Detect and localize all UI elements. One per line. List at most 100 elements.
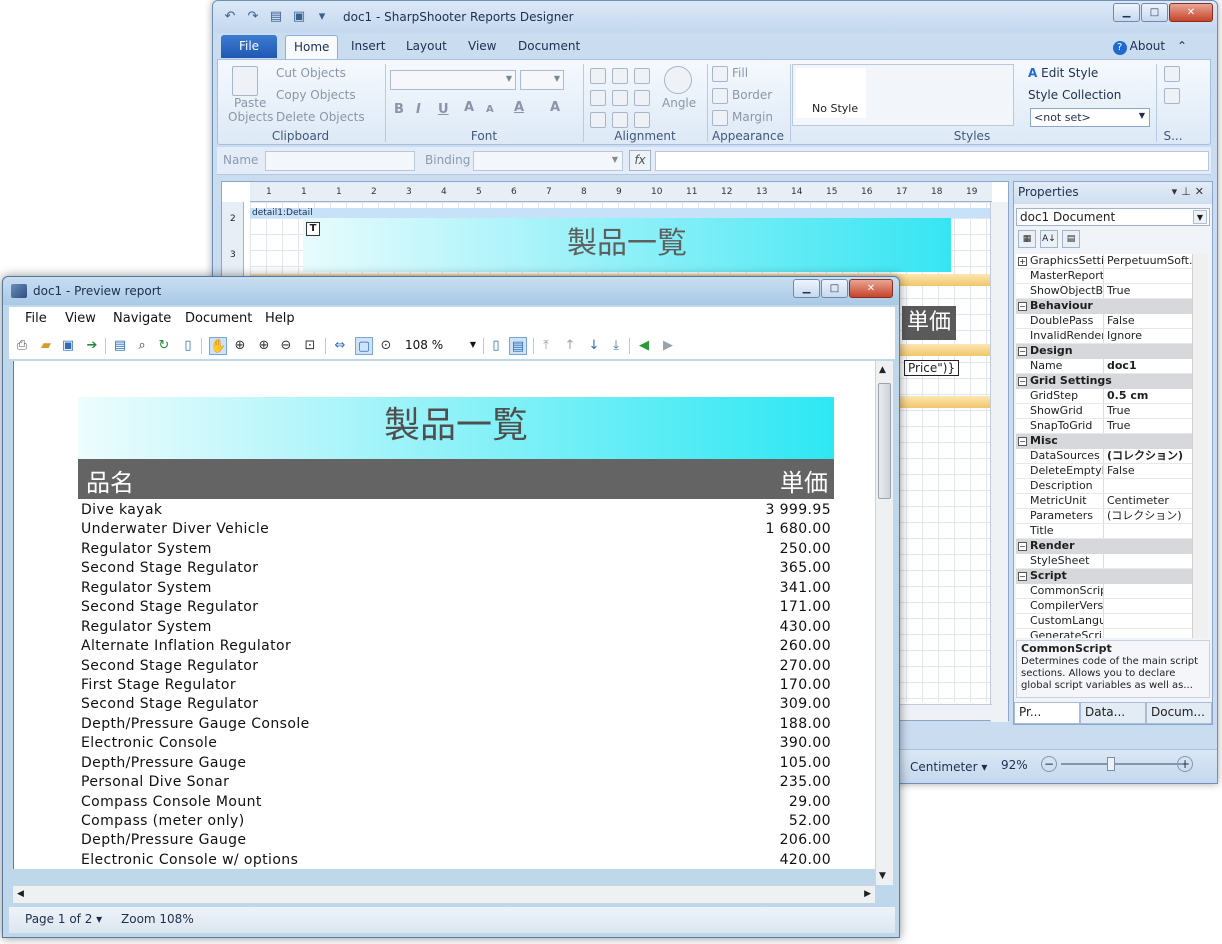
property-pages-icon[interactable]: ▤ [1062, 230, 1080, 248]
property-grid-scrollbar[interactable] [1192, 254, 1208, 638]
no-style-item[interactable]: No Style [796, 68, 866, 118]
sort-alpha-icon[interactable]: A↓ [1040, 230, 1058, 248]
detail-band-label[interactable]: detail1:Detail [250, 208, 990, 218]
align-middle-right-icon[interactable] [634, 90, 650, 106]
property-value[interactable]: True [1107, 419, 1192, 433]
collapse-icon[interactable]: − [1018, 437, 1027, 446]
border-icon[interactable] [712, 88, 728, 104]
style-select[interactable]: <not set> ▼ [1030, 108, 1150, 127]
property-category[interactable]: − Render [1016, 539, 1192, 554]
italic-icon[interactable]: I [416, 102, 421, 117]
underline-icon[interactable]: U [438, 102, 449, 117]
bold-icon[interactable]: B [394, 102, 404, 117]
property-row[interactable]: GenerateScri [1016, 629, 1192, 638]
single-page-icon[interactable]: ▯ [487, 337, 505, 355]
maximize-button[interactable]: □ [821, 279, 848, 298]
open-icon[interactable]: ▰ [37, 337, 55, 355]
align-middle-center-icon[interactable] [612, 90, 628, 106]
property-value[interactable]: 0.5 cm [1107, 389, 1192, 403]
property-value[interactable]: True [1107, 404, 1192, 418]
border-button[interactable]: Border [732, 88, 772, 102]
property-category[interactable]: − Behaviour [1016, 299, 1192, 314]
zoom-slider[interactable] [1061, 763, 1181, 765]
save-icon[interactable]: ▣ [290, 8, 308, 26]
first-page-icon[interactable]: ⤒ [537, 337, 555, 355]
fill-icon[interactable] [712, 66, 728, 82]
property-row[interactable]: DataSources (コレクション) [1016, 449, 1192, 464]
scroll-down-icon[interactable]: ▼ [879, 871, 886, 881]
property-grid[interactable]: + GraphicsSetti PerpetuumSoft.R MasterRepor… [1016, 254, 1192, 638]
delete-objects-button[interactable]: Delete Objects [276, 110, 365, 124]
property-row[interactable]: StyleSheet [1016, 554, 1192, 569]
unit-selector[interactable]: Centimeter ▾ [910, 760, 987, 774]
customize-qat-icon[interactable]: ▾ [313, 8, 331, 26]
tab-data[interactable]: Data... [1080, 702, 1146, 724]
align-middle-left-icon[interactable] [590, 90, 606, 106]
print-icon[interactable]: ⎙ [13, 337, 31, 355]
property-category[interactable]: − Script [1016, 569, 1192, 584]
canvas-price-expression[interactable]: Price")} [904, 360, 960, 376]
find-icon[interactable]: ⌕ [133, 337, 151, 355]
property-row[interactable]: + GraphicsSetti PerpetuumSoft.R [1016, 254, 1192, 269]
scroll-left-icon[interactable]: ◀ [17, 889, 24, 899]
align-top-right-icon[interactable] [634, 68, 650, 84]
grow-font-icon[interactable]: A [464, 100, 474, 115]
align-bottom-right-icon[interactable] [634, 112, 650, 128]
property-value[interactable]: (コレクション) [1107, 509, 1192, 523]
property-value[interactable]: PerpetuumSoft.R [1107, 254, 1192, 268]
canvas-price-header[interactable]: 単価 [902, 306, 956, 340]
font-color-icon[interactable]: A [514, 100, 524, 115]
fill-button[interactable]: Fill [732, 66, 748, 80]
copy-objects-button[interactable]: Copy Objects [276, 88, 356, 102]
page-setup-icon[interactable]: ▯ [179, 337, 197, 355]
property-row[interactable]: CustomLangu [1016, 614, 1192, 629]
minimize-button[interactable]: ▁ [793, 279, 820, 298]
property-row[interactable]: ShowGrid True [1016, 404, 1192, 419]
property-value[interactable]: Ignore [1107, 329, 1192, 343]
report-check-icon[interactable] [1164, 88, 1180, 104]
thumbnails-icon[interactable]: ▤ [111, 337, 129, 355]
zoom-out-icon[interactable]: ⊖ [277, 337, 295, 355]
continuous-page-icon[interactable]: ▤ [509, 337, 527, 355]
previous-page-icon[interactable]: ↑ [561, 337, 579, 355]
zoom-out-button[interactable]: − [1041, 756, 1057, 772]
tab-home[interactable]: Home [285, 35, 339, 59]
align-top-left-icon[interactable] [590, 68, 606, 84]
zoom-in-icon[interactable]: ⊕ [255, 337, 273, 355]
preview-horizontal-scrollbar[interactable]: ◀ ▶ [13, 885, 875, 903]
back-icon[interactable]: ◀ [635, 337, 653, 355]
cut-objects-button[interactable]: Cut Objects [276, 66, 346, 80]
property-value[interactable]: False [1107, 464, 1192, 478]
forward-icon[interactable]: ▶ [659, 337, 677, 355]
fit-page-icon[interactable]: ▢ [355, 337, 373, 355]
report-wizard-icon[interactable] [1164, 66, 1180, 82]
property-category[interactable]: − Misc [1016, 434, 1192, 449]
canvas-title-textbox[interactable]: 製品一覧 [303, 218, 951, 272]
scroll-right-icon[interactable]: ▶ [864, 889, 871, 899]
tab-document[interactable]: Document [518, 39, 580, 53]
object-selector[interactable]: doc1 Document ▼ [1016, 208, 1210, 226]
property-row[interactable]: InvalidRender Ignore [1016, 329, 1192, 344]
property-row[interactable]: Name doc1 [1016, 359, 1192, 374]
shrink-font-icon[interactable]: A [486, 104, 494, 115]
scroll-up-icon[interactable]: ▲ [879, 365, 886, 375]
style-collection-button[interactable]: Style Collection [1028, 88, 1121, 102]
redo-icon[interactable]: ↷ [244, 8, 262, 26]
expression-field[interactable] [655, 151, 1209, 171]
property-row[interactable]: DoublePass False [1016, 314, 1192, 329]
close-button[interactable]: ✕ [1169, 3, 1213, 22]
align-bottom-left-icon[interactable] [590, 112, 606, 128]
font-family-combo[interactable]: ▼ [390, 70, 516, 90]
menu-help[interactable]: Help [265, 311, 295, 326]
export-icon[interactable]: ➔ [83, 337, 101, 355]
collapse-icon[interactable]: − [1018, 347, 1027, 356]
scrollbar-thumb[interactable] [878, 383, 891, 499]
next-page-icon[interactable]: ↓ [585, 337, 603, 355]
property-value[interactable]: (コレクション) [1107, 449, 1192, 463]
property-row[interactable]: ShowObjectBo True [1016, 284, 1192, 299]
categorized-icon[interactable]: ▦ [1018, 230, 1036, 248]
collapse-ribbon-icon[interactable]: ⌃ [1177, 39, 1187, 53]
menu-file[interactable]: File [25, 311, 47, 326]
panel-controls[interactable]: ▾⊥✕ [1172, 185, 1208, 198]
collapse-icon[interactable]: − [1018, 542, 1027, 551]
